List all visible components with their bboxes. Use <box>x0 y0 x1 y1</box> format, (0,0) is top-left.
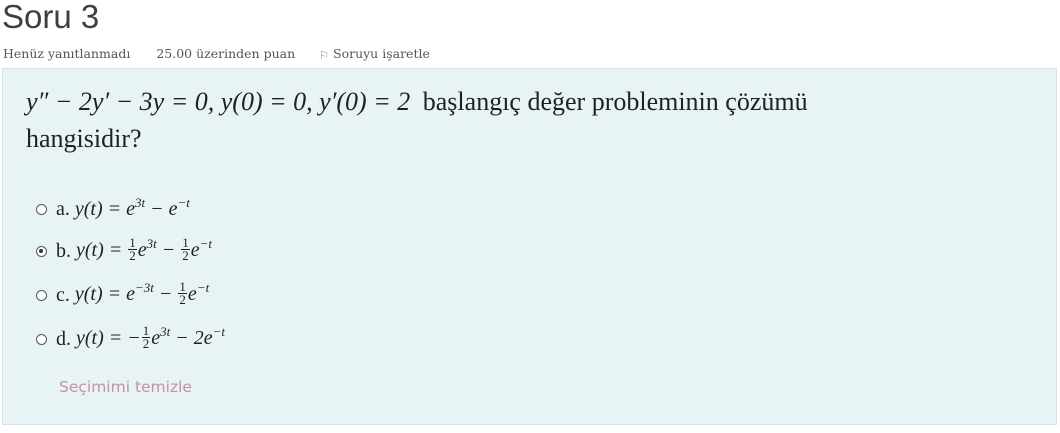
answer-formula-a: y(t) = e3t − e−t <box>74 194 190 220</box>
answer-formula-b: y(t) = 1 2 e3t − 1 2 e−t <box>76 234 213 263</box>
answer-formula-c: y(t) = e−3t − 1 2 e−t <box>74 278 210 307</box>
question-text-line2: hangisidir? <box>26 124 142 153</box>
question-equation: y″ − 2y′ − 3y = 0, y(0) = 0, y′(0) = 2 <box>26 87 411 116</box>
answer-letter-c: c. <box>56 283 70 306</box>
answer-letter-d: d. <box>56 327 71 350</box>
answer-option-d[interactable]: d. y(t) = −1 2 e3t − 2e−t <box>36 324 225 354</box>
answer-radio-b[interactable] <box>36 245 47 257</box>
answer-letter-a: a. <box>56 197 70 220</box>
answer-radio-c[interactable] <box>36 289 47 301</box>
question-content: y″ − 2y′ − 3y = 0, y(0) = 0, y′(0) = 2 b… <box>2 68 1057 425</box>
question-text: y″ − 2y′ − 3y = 0, y(0) = 0, y′(0) = 2 b… <box>26 83 1036 157</box>
answer-option-b[interactable]: b. y(t) = 1 2 e3t − 1 2 e−t <box>36 236 212 266</box>
question-marks: 25.00 üzerinden puan <box>156 46 296 61</box>
question-text-line1: başlangıç değer probleminin çözümü <box>422 87 808 116</box>
flag-icon: ⚐ <box>319 49 329 62</box>
answer-radio-d[interactable] <box>36 333 47 345</box>
answer-formula-d: y(t) = −1 2 e3t − 2e−t <box>76 322 226 351</box>
flag-question-label: Soruyu işaretle <box>333 46 430 61</box>
question-info: Henüz yanıtlanmadı 25.00 üzerinden puan … <box>3 46 430 63</box>
answer-radio-a[interactable] <box>36 203 47 215</box>
answer-option-c[interactable]: c. y(t) = e−3t − 1 2 e−t <box>36 280 209 310</box>
question-title: Soru 3 <box>2 0 100 35</box>
flag-question-link[interactable]: ⚐ Soruyu işaretle <box>319 46 430 62</box>
clear-choice-link[interactable]: Seçimimi temizle <box>59 378 192 396</box>
answer-option-a[interactable]: a. y(t) = e3t − e−t <box>36 194 190 224</box>
question-status: Henüz yanıtlanmadı <box>3 46 131 61</box>
answer-letter-b: b. <box>56 239 71 262</box>
